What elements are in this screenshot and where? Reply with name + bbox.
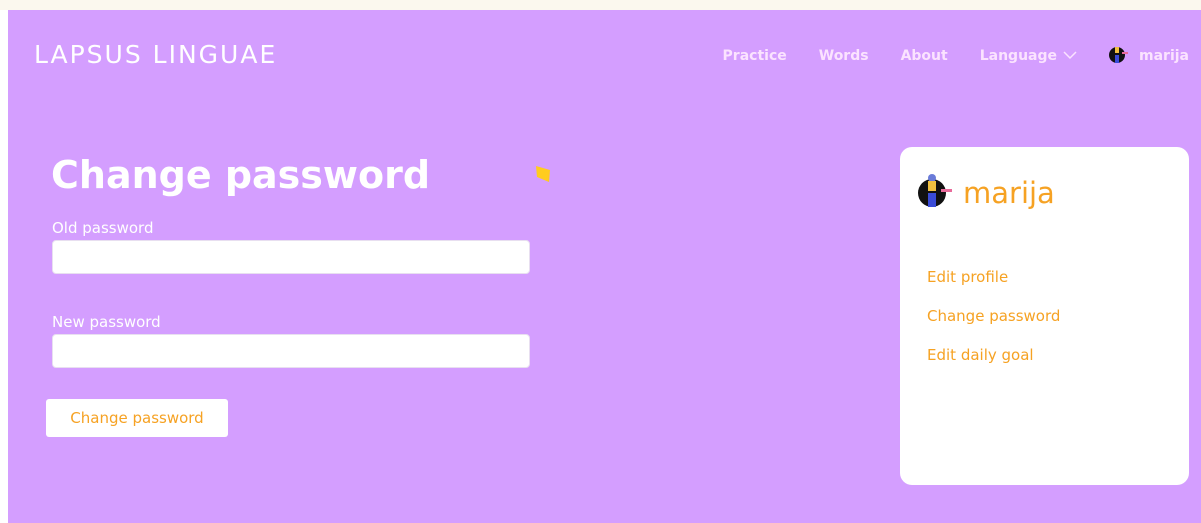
top-nav: Practice Words About Language marija (723, 44, 1189, 68)
top-strip (0, 0, 1201, 10)
nav-language-dropdown[interactable]: Language (980, 48, 1077, 64)
nav-about[interactable]: About (901, 48, 948, 64)
edit-daily-goal-link[interactable]: Edit daily goal (927, 346, 1034, 364)
avatar-icon (915, 172, 953, 214)
card-username: marija (963, 176, 1055, 210)
avatar-icon (1107, 44, 1129, 68)
nav-words[interactable]: Words (819, 48, 869, 64)
new-password-input[interactable] (52, 334, 530, 368)
profile-card: marija Edit profile Change password Edit… (900, 147, 1189, 485)
change-password-button[interactable]: Change password (46, 399, 228, 437)
nav-practice[interactable]: Practice (723, 48, 787, 64)
card-header: marija (915, 172, 1055, 214)
old-password-label: Old password (52, 219, 154, 237)
diamond-icon (533, 164, 553, 184)
brand-logo[interactable]: LAPSUS LINGUAE (34, 40, 277, 69)
edit-profile-link[interactable]: Edit profile (927, 268, 1008, 286)
old-password-input[interactable] (52, 240, 530, 274)
new-password-label: New password (52, 313, 161, 331)
change-password-link[interactable]: Change password (927, 307, 1060, 325)
page-title: Change password (51, 153, 431, 197)
chevron-down-icon (1063, 48, 1077, 64)
page-body: LAPSUS LINGUAE Practice Words About Lang… (8, 10, 1201, 523)
nav-username: marija (1139, 48, 1189, 64)
nav-user-menu[interactable]: marija (1107, 44, 1189, 68)
nav-language-label: Language (979, 48, 1058, 64)
